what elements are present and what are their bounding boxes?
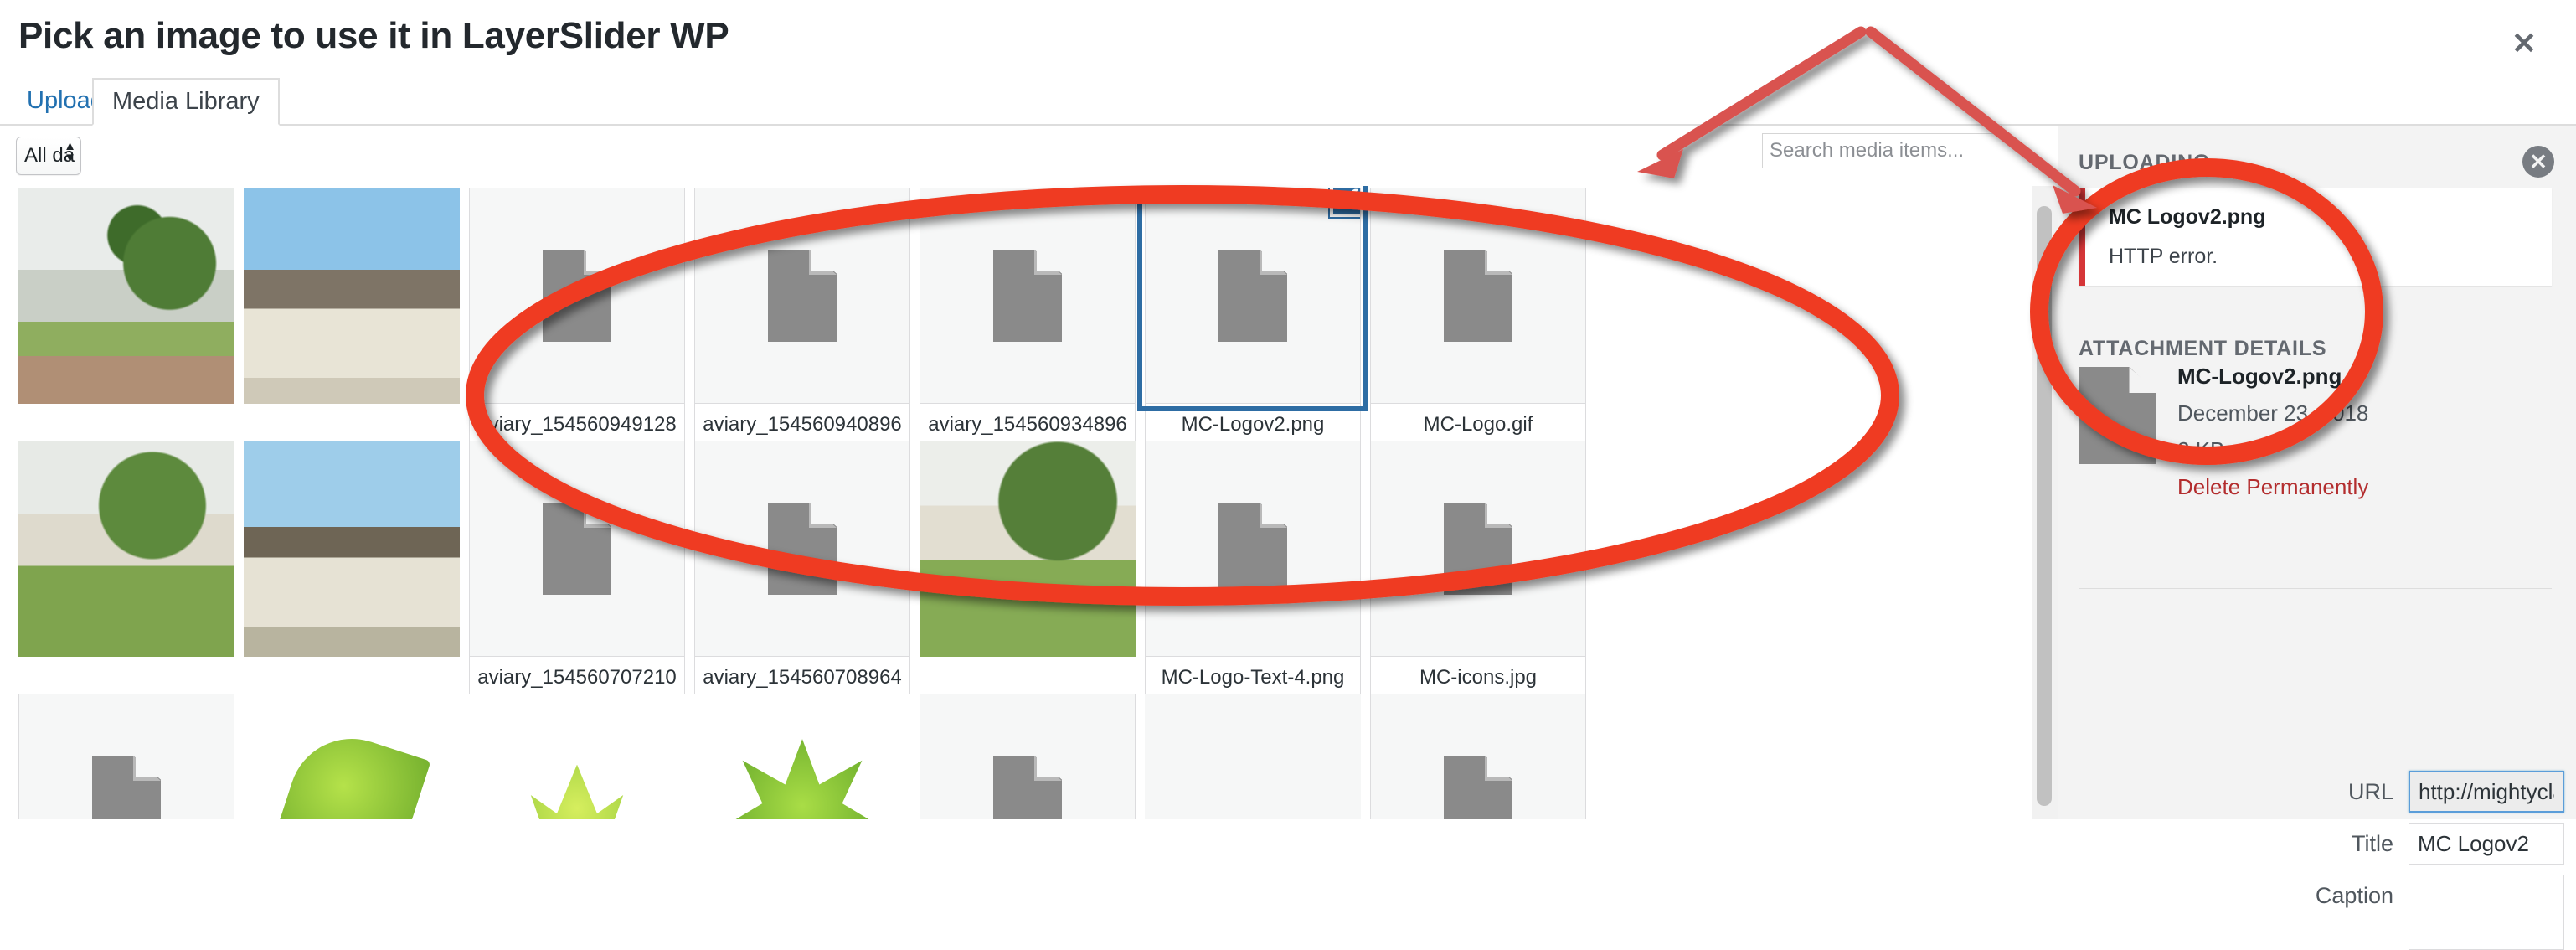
page-title: Pick an image to use it in LayerSlider W… bbox=[18, 15, 729, 56]
document-file-icon bbox=[543, 250, 611, 342]
document-file-icon bbox=[1218, 250, 1287, 342]
photo-thumbnail-image bbox=[469, 694, 685, 819]
document-file-icon bbox=[1218, 503, 1287, 595]
media-thumbnail bbox=[920, 441, 1136, 657]
attachment-date: December 23, 2018 bbox=[2177, 400, 2369, 426]
document-file-icon bbox=[1444, 503, 1512, 595]
upload-error-message: HTTP error. bbox=[2109, 245, 2218, 268]
media-modal: Pick an image to use it in LayerSlider W… bbox=[0, 0, 2576, 950]
document-file-icon bbox=[92, 756, 161, 819]
media-thumbnail bbox=[920, 188, 1136, 404]
media-tile-selected[interactable]: ✔ MC-Logov2.png bbox=[1137, 186, 1368, 448]
url-field[interactable] bbox=[2409, 771, 2564, 813]
title-label: Title bbox=[2351, 831, 2393, 856]
media-tile[interactable] bbox=[244, 188, 460, 404]
close-icon[interactable]: ✕ bbox=[2499, 18, 2549, 69]
media-tile[interactable] bbox=[244, 694, 460, 819]
document-file-icon bbox=[768, 250, 837, 342]
document-file-icon bbox=[1444, 756, 1512, 819]
media-thumbnail bbox=[244, 694, 460, 819]
attachment-meta: MC-Logov2.png December 23, 2018 2 KB Del… bbox=[2177, 364, 2368, 500]
attachment-details-heading: ATTACHMENT DETAILS bbox=[2079, 337, 2327, 360]
media-thumbnail bbox=[694, 188, 910, 404]
media-thumbnail bbox=[469, 188, 685, 404]
media-thumbnail bbox=[18, 694, 234, 819]
attachment-sidebar: UPLOADING ✕ MC Logov2.png HTTP error. AT… bbox=[2058, 126, 2576, 950]
media-tile[interactable]: aviary_1545609408962.png bbox=[694, 188, 910, 474]
media-tile[interactable] bbox=[920, 694, 1136, 819]
media-tile[interactable]: aviary_1545607072104.png bbox=[469, 441, 685, 727]
media-tile[interactable] bbox=[18, 441, 234, 657]
media-tile[interactable]: aviary_1545609348961.png bbox=[920, 188, 1136, 474]
media-tile[interactable]: MC-icons.jpg bbox=[1370, 441, 1586, 701]
tab-media-library[interactable]: Media Library bbox=[92, 78, 280, 126]
media-tile[interactable] bbox=[1145, 694, 1361, 819]
media-tile[interactable]: MC-Logo-Text-4.png bbox=[1145, 441, 1361, 701]
dismiss-icon[interactable]: ✕ bbox=[2522, 146, 2554, 178]
media-tile[interactable] bbox=[1370, 694, 1586, 819]
media-tile[interactable] bbox=[694, 694, 910, 819]
media-thumbnail bbox=[694, 694, 910, 819]
media-tile[interactable]: aviary_1545609491288.png bbox=[469, 188, 685, 474]
chevron-updown-icon: ▲ ▼ bbox=[64, 140, 76, 166]
photo-thumbnail-image bbox=[1145, 694, 1361, 819]
upload-error-item: MC Logov2.png HTTP error. bbox=[2079, 188, 2552, 286]
photo-thumbnail-image bbox=[244, 694, 460, 819]
photo-thumbnail-image bbox=[694, 694, 910, 819]
document-file-icon bbox=[543, 503, 611, 595]
media-thumbnail bbox=[469, 694, 685, 819]
photo-thumbnail-image bbox=[920, 441, 1136, 657]
media-thumbnail: ✔ bbox=[1137, 186, 1368, 411]
media-thumbnail bbox=[18, 441, 234, 657]
photo-thumbnail-image bbox=[18, 188, 234, 404]
upload-error-filename: MC Logov2.png bbox=[2109, 205, 2266, 229]
attachment-filesize: 2 KB bbox=[2177, 437, 2225, 462]
url-label: URL bbox=[2347, 779, 2393, 804]
checkmark-icon[interactable]: ✔ bbox=[1330, 188, 1360, 217]
media-tile[interactable] bbox=[18, 188, 234, 404]
media-tile[interactable] bbox=[244, 441, 460, 657]
grid-scrollbar-thumb[interactable] bbox=[2037, 206, 2052, 806]
media-thumbnail bbox=[1145, 694, 1361, 819]
document-file-icon bbox=[993, 756, 1062, 819]
document-file-icon bbox=[1444, 250, 1512, 342]
media-thumbnail bbox=[920, 694, 1136, 819]
media-thumbnail bbox=[18, 188, 234, 404]
photo-thumbnail-image bbox=[244, 188, 460, 404]
media-tile[interactable] bbox=[469, 694, 685, 819]
media-thumbnail bbox=[469, 441, 685, 657]
caption-field[interactable] bbox=[2409, 875, 2564, 950]
media-thumbnail bbox=[1370, 188, 1586, 404]
media-tile[interactable]: MC-Logo.gif bbox=[1370, 188, 1586, 448]
media-thumbnail bbox=[244, 441, 460, 657]
media-toolbar: All da ▲ ▼ bbox=[0, 126, 2043, 186]
chevron-down-icon: ▼ bbox=[64, 151, 76, 166]
document-file-icon bbox=[993, 250, 1062, 342]
media-grid[interactable]: aviary_1545609491288.pngaviary_154560940… bbox=[0, 186, 2043, 819]
modal-tabs: Upload Files Media Library bbox=[0, 78, 2576, 126]
attachment-filename: MC-Logov2.png bbox=[2177, 364, 2342, 389]
uploading-heading: UPLOADING bbox=[2079, 151, 2211, 174]
photo-thumbnail-image bbox=[18, 441, 234, 657]
media-thumbnail bbox=[244, 188, 460, 404]
media-thumbnail bbox=[694, 441, 910, 657]
media-tile[interactable] bbox=[920, 441, 1136, 657]
document-file-icon bbox=[768, 503, 837, 595]
media-thumbnail bbox=[1145, 441, 1361, 657]
media-thumbnail bbox=[1370, 441, 1586, 657]
date-filter-select[interactable]: All da ▲ ▼ bbox=[16, 137, 81, 175]
media-thumbnail bbox=[1370, 694, 1586, 819]
media-tile[interactable]: aviary_1545607089646.png bbox=[694, 441, 910, 727]
media-tile[interactable]: MC-Logo.png bbox=[18, 694, 234, 819]
modal-header: Pick an image to use it in LayerSlider W… bbox=[0, 0, 2576, 78]
title-field[interactable] bbox=[2409, 823, 2564, 865]
photo-thumbnail-image bbox=[244, 441, 460, 657]
search-input[interactable] bbox=[1762, 133, 1996, 168]
caption-label: Caption bbox=[2315, 883, 2393, 908]
divider bbox=[2079, 588, 2552, 589]
delete-permanently-link[interactable]: Delete Permanently bbox=[2177, 474, 2368, 500]
